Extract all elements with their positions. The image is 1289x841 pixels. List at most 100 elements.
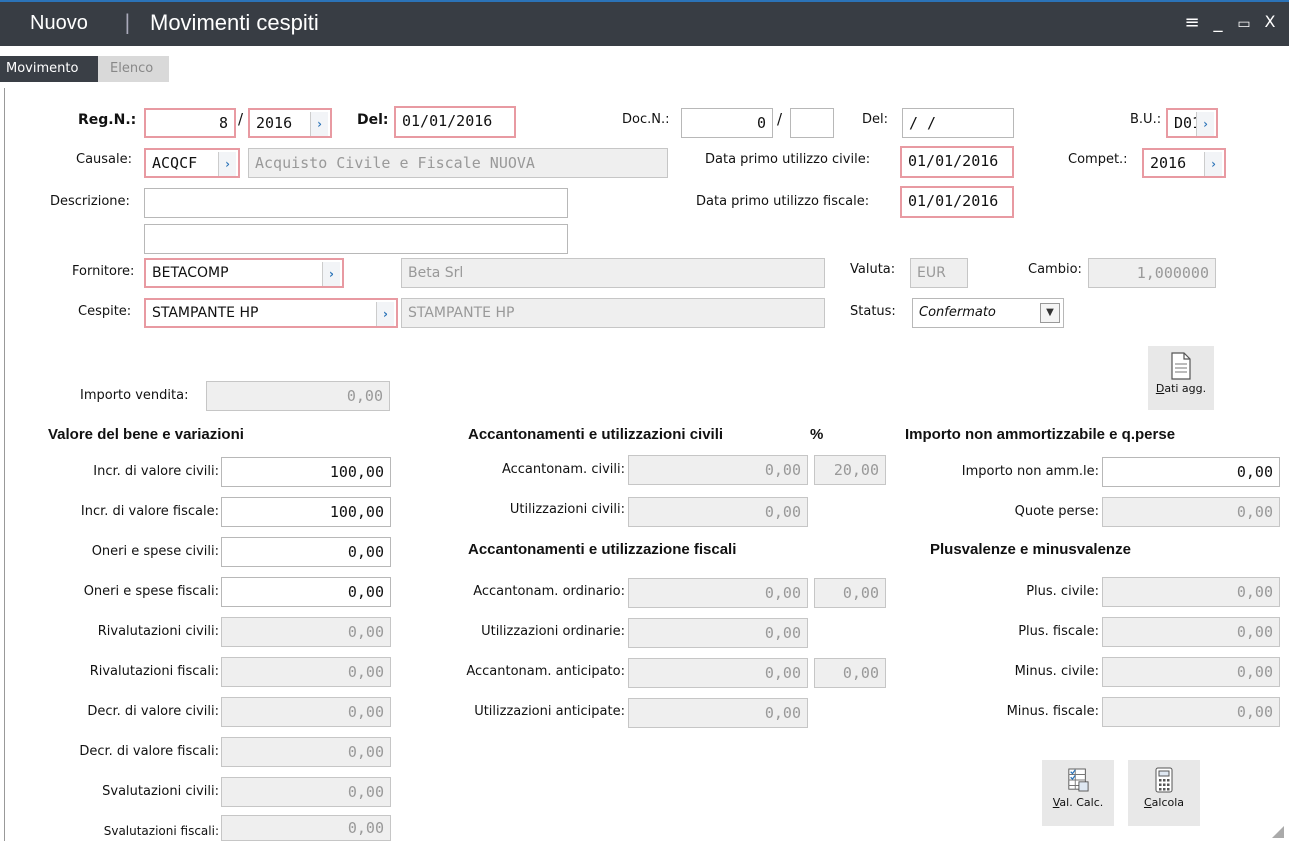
cespite-desc-field: STAMPANTE HP [401, 298, 825, 328]
title-separator: | [124, 10, 131, 34]
compet-zoom-icon[interactable]: › [1204, 152, 1222, 176]
importo-non-amm-input[interactable]: 0,00 [1102, 457, 1280, 487]
docn-series-input[interactable] [790, 108, 834, 138]
minus-civile-field: 0,00 [1102, 657, 1280, 687]
valore-row-label: Rivalutazioni fiscali: [89, 664, 219, 679]
docdel-date-input[interactable]: / / [902, 108, 1014, 138]
resize-grip-icon[interactable] [1270, 826, 1284, 838]
regn-year-zoom-icon[interactable]: › [310, 112, 328, 136]
minus-fiscale-field: 0,00 [1102, 697, 1280, 727]
maximize-icon[interactable]: ▭ [1232, 16, 1256, 32]
calcola-button[interactable]: Calcola [1128, 760, 1200, 826]
causale-label: Causale: [76, 152, 133, 167]
close-icon[interactable]: X [1258, 12, 1282, 31]
svalutazioni-civili-field: 0,00 [221, 777, 391, 807]
quote-perse-label: Quote perse: [1014, 504, 1099, 519]
dpu-civile-input[interactable]: 01/01/2016 [900, 146, 1014, 178]
importo-vendita-field: 0,00 [206, 381, 390, 411]
valore-row-label: Svalutazioni fiscali: [103, 824, 219, 838]
val-calc-label: Val. Calc. [1052, 796, 1104, 809]
acc-anticipato-pct-field: 0,00 [814, 658, 886, 688]
docn-input[interactable]: 0 [681, 108, 773, 138]
descrizione-input-2[interactable] [144, 224, 568, 254]
chevron-down-icon[interactable]: ▼ [1040, 303, 1060, 323]
status-select[interactable]: Confermato ▼ [912, 298, 1064, 328]
svalutazioni-fiscali-field: 0,00 [221, 815, 391, 841]
compet-input[interactable]: 2016 › [1142, 148, 1226, 178]
civili-pct-header: % [810, 426, 824, 443]
util-civili-field: 0,00 [628, 497, 808, 527]
valore-row-label: Rivalutazioni civili: [97, 624, 219, 639]
util-anticipate-field: 0,00 [628, 698, 808, 728]
rivalutazioni-civili-field: 0,00 [221, 617, 391, 647]
util-anticipate-label: Utilizzazioni anticipate: [474, 704, 625, 719]
regn-input[interactable]: 8 [144, 108, 236, 138]
menu-icon[interactable]: ≡ [1180, 12, 1204, 33]
status-value: Confermato [919, 305, 996, 320]
status-label: Status: [850, 304, 896, 319]
util-civili-label: Utilizzazioni civili: [509, 502, 625, 517]
rivalutazioni-fiscali-field: 0,00 [221, 657, 391, 687]
regn-year-input[interactable]: 2016 › [248, 108, 332, 138]
docn-slash: / [777, 110, 783, 128]
tab-movimento[interactable]: Movimento [0, 56, 98, 82]
incr-valore-civili-input[interactable]: 100,00 [221, 457, 391, 487]
dati-agg-button[interactable]: Dati agg. [1148, 346, 1214, 410]
fiscali-section-title: Accantonamenti e utilizzazione fiscali [468, 541, 737, 558]
del-label: Del: [357, 112, 389, 128]
fornitore-zoom-icon[interactable]: › [322, 262, 340, 286]
importo-non-amm-label: Importo non amm.le: [961, 464, 1099, 479]
cespite-zoom-icon[interactable]: › [376, 302, 394, 326]
acc-civili-label: Accantonam. civili: [501, 462, 625, 477]
fornitore-code-input[interactable]: BETACOMP › [144, 258, 344, 288]
valore-row-label: Decr. di valore civili: [87, 704, 219, 719]
dati-agg-label: Dati agg. [1155, 382, 1207, 395]
descrizione-label: Descrizione: [50, 194, 130, 209]
valore-row-label: Svalutazioni civili: [102, 784, 219, 799]
causale-zoom-icon[interactable]: › [218, 152, 236, 176]
valore-row-label: Oneri e spese civili: [91, 544, 219, 559]
plus-civile-field: 0,00 [1102, 577, 1280, 607]
civili-section-title: Accantonamenti e utilizzazioni civili [468, 426, 724, 443]
plus-civile-label: Plus. civile: [1026, 584, 1099, 599]
bu-input[interactable]: D01 › [1166, 108, 1218, 138]
fornitore-code-value: BETACOMP [152, 265, 229, 281]
dpu-fiscale-label: Data primo utilizzo fiscale: [696, 194, 870, 209]
spreadsheet-check-icon [1068, 768, 1089, 792]
causale-code-input[interactable]: ACQCF › [144, 148, 240, 178]
tab-bar: Movimento Elenco [0, 46, 1289, 88]
bu-zoom-icon[interactable]: › [1196, 112, 1214, 136]
fornitore-label: Fornitore: [72, 264, 135, 279]
minimize-icon[interactable]: _ [1206, 12, 1230, 33]
cespite-code-input[interactable]: STAMPANTE HP › [144, 298, 398, 328]
bu-label: B.U.: [1130, 112, 1162, 127]
valore-section-title: Valore del bene e variazioni [48, 426, 244, 443]
acc-ordinario-pct-field: 0,00 [814, 578, 886, 608]
incr-valore-fiscale-input[interactable]: 100,00 [221, 497, 391, 527]
plus-fiscale-label: Plus. fiscale: [1018, 624, 1099, 639]
importo-vendita-label: Importo vendita: [80, 388, 189, 403]
docn-label: Doc.N.: [622, 112, 670, 127]
acc-civili-pct-field: 20,00 [814, 455, 886, 485]
acc-anticipato-label: Accantonam. anticipato: [466, 664, 625, 679]
del-date-input[interactable]: 01/01/2016 [394, 106, 516, 138]
minus-civile-label: Minus. civile: [1014, 664, 1099, 679]
compet-label: Compet.: [1068, 152, 1128, 167]
mode-label: Nuovo [30, 12, 88, 34]
dpu-fiscale-input[interactable]: 01/01/2016 [900, 186, 1014, 218]
descrizione-input-1[interactable] [144, 188, 568, 218]
valuta-field: EUR [910, 258, 968, 288]
valore-row-label: Oneri e spese fiscali: [83, 584, 219, 599]
acc-ordinario-field: 0,00 [628, 578, 808, 608]
oneri-spese-fiscali-input[interactable]: 0,00 [221, 577, 391, 607]
quote-perse-field: 0,00 [1102, 497, 1280, 527]
plus-fiscale-field: 0,00 [1102, 617, 1280, 647]
val-calc-button[interactable]: Val. Calc. [1042, 760, 1114, 826]
cambio-field: 1,000000 [1088, 258, 1216, 288]
oneri-spese-civili-input[interactable]: 0,00 [221, 537, 391, 567]
acc-ordinario-label: Accantonam. ordinario: [473, 584, 625, 599]
tab-elenco[interactable]: Elenco [104, 56, 168, 82]
calculator-icon [1155, 767, 1173, 793]
valore-row-label: Incr. di valore civili: [93, 464, 219, 479]
compet-value: 2016 [1150, 154, 1187, 172]
